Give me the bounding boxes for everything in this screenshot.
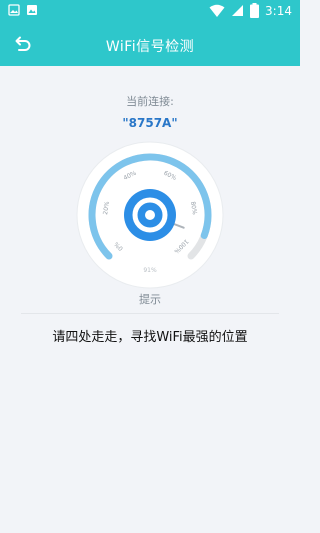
signal-gauge: 0%20%40% 60%80%100% 91%	[76, 141, 224, 289]
cellular-signal-icon	[232, 5, 244, 16]
image-notification-icon	[8, 4, 20, 16]
status-bar: 3:14	[0, 0, 300, 24]
divider	[21, 313, 279, 314]
hint-text: 请四处走走，寻找WiFi最强的位置	[52, 330, 248, 345]
gauge-reading: 91%	[143, 267, 157, 274]
notification-icons	[8, 4, 38, 16]
status-time: 3:14	[265, 3, 292, 18]
current-connection-label: 当前连接:	[126, 95, 174, 108]
gauge-center-dot	[145, 210, 155, 220]
photo-notification-icon	[27, 5, 37, 15]
app-bar: WiFi信号检测	[0, 24, 300, 66]
battery-icon	[250, 3, 260, 18]
hint-title: 提示	[139, 293, 161, 306]
current-ssid: "8757A"	[122, 116, 178, 130]
page-title: WiFi信号检测	[105, 39, 195, 55]
wifi-icon	[209, 4, 225, 17]
